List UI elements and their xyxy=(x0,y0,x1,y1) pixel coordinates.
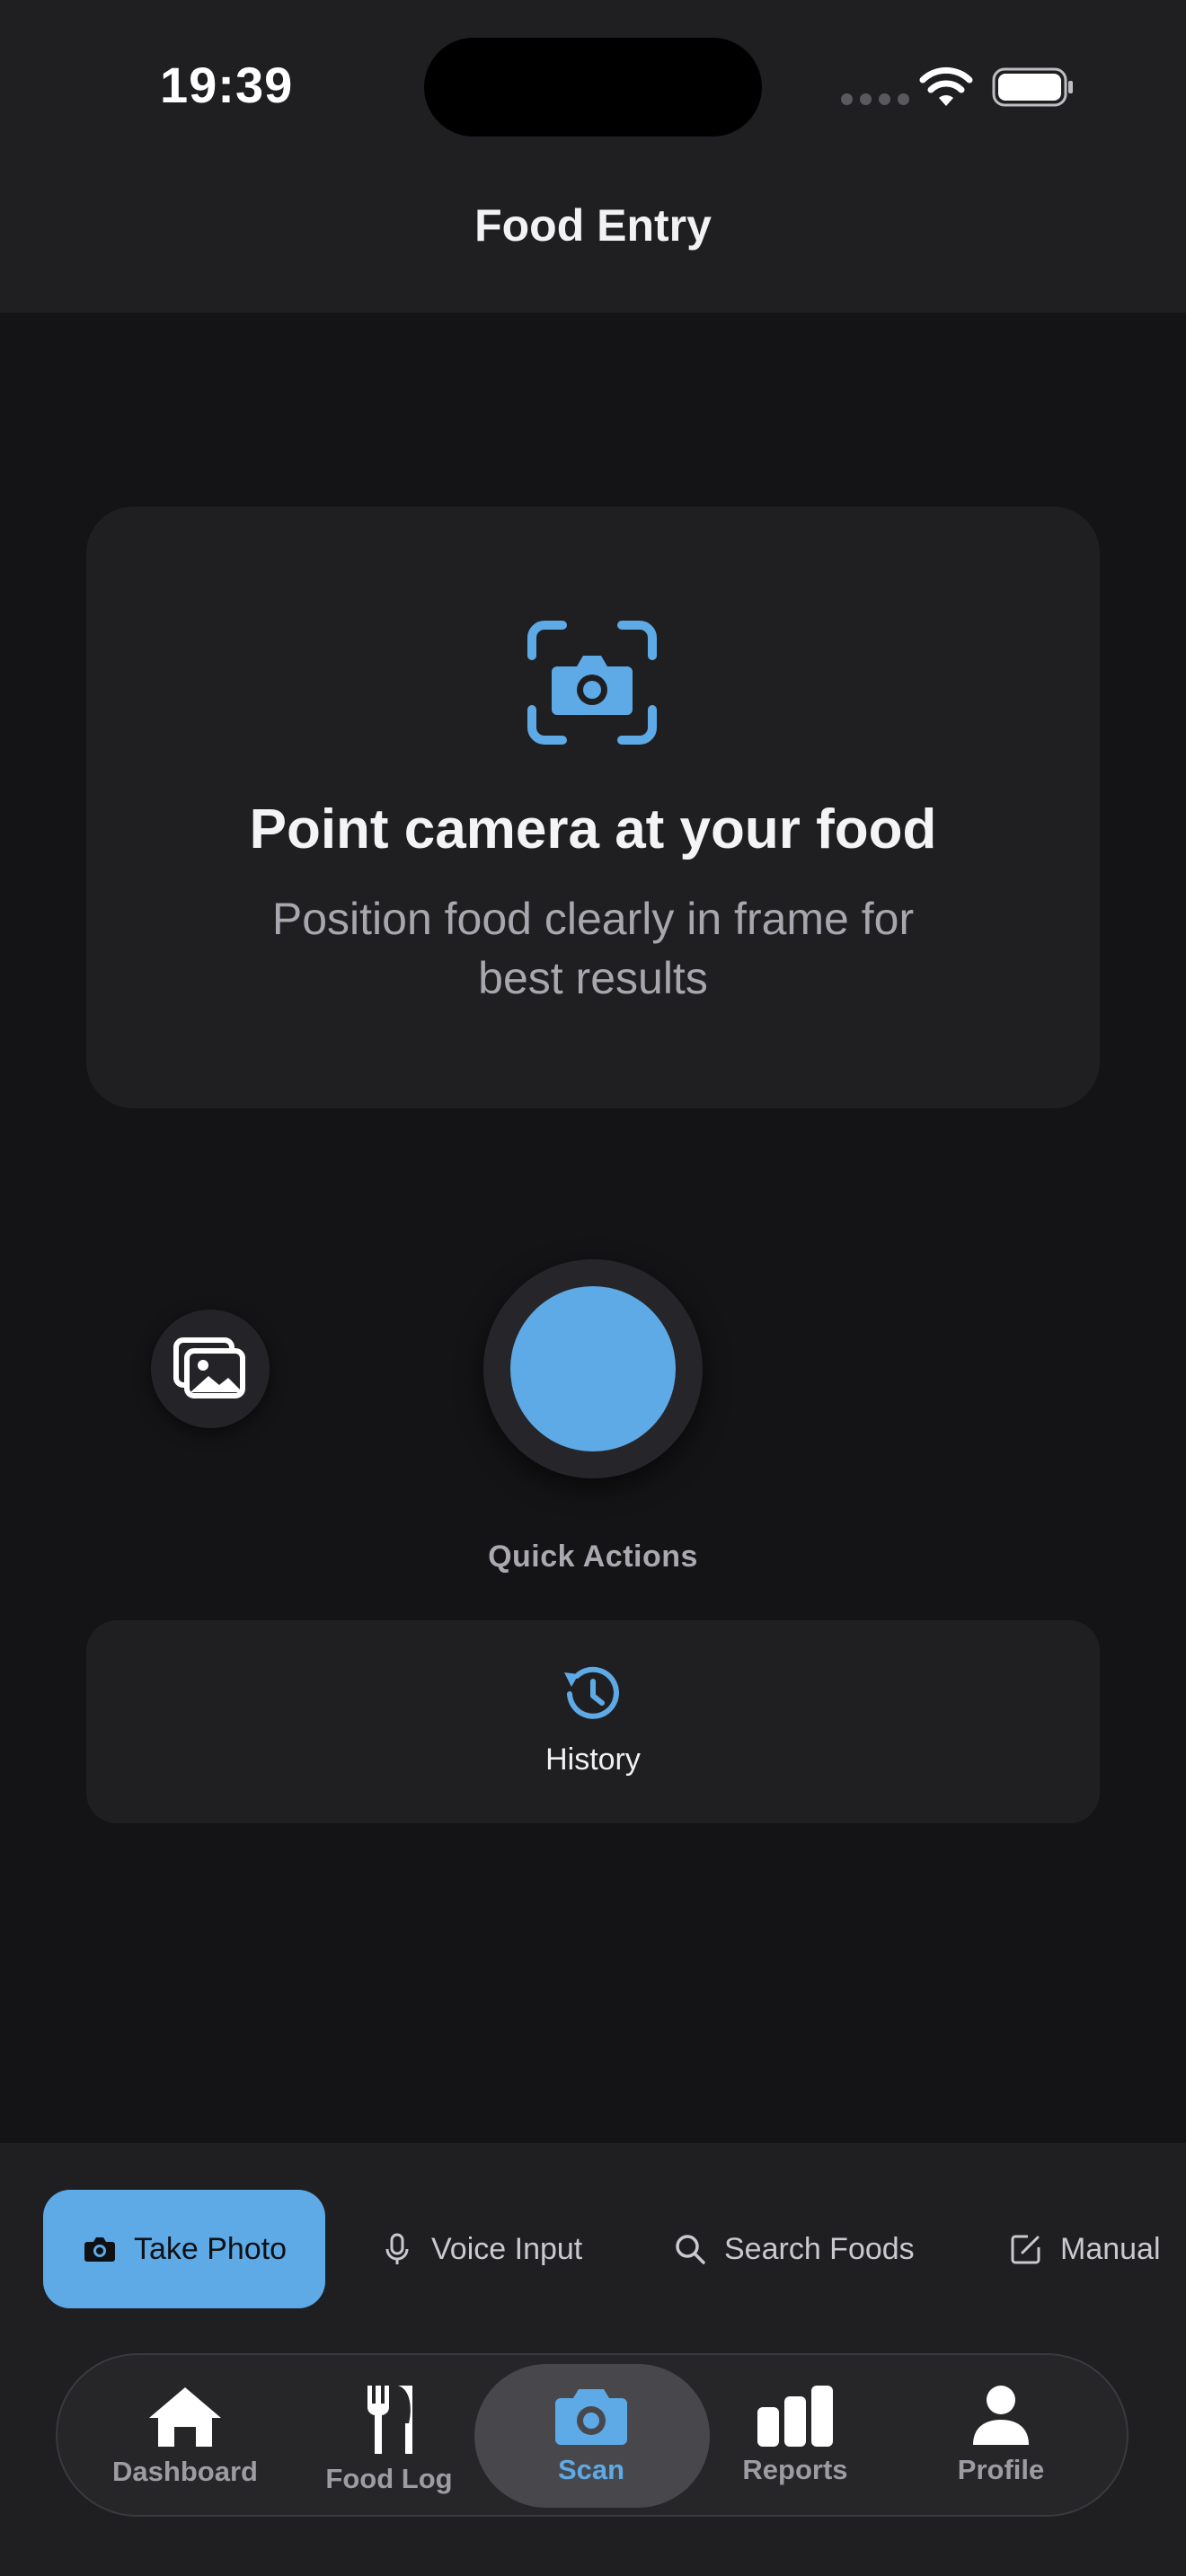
tab-food-log-label: Food Log xyxy=(325,2463,453,2494)
tab-food-log[interactable]: Food Log xyxy=(314,2357,464,2515)
manual-entry-label: Manual xyxy=(1060,2231,1161,2266)
photo-gallery-button[interactable] xyxy=(151,1310,270,1428)
hint-title: Point camera at your food xyxy=(249,798,937,860)
house-icon xyxy=(149,2387,221,2447)
history-label: History xyxy=(545,1742,641,1777)
wifi-icon xyxy=(919,66,973,106)
search-foods-chip[interactable]: Search Foods xyxy=(667,2190,915,2308)
shutter-button[interactable] xyxy=(510,1286,676,1451)
tab-scan-label: Scan xyxy=(557,2454,625,2485)
page-title: Food Entry xyxy=(474,200,712,251)
dynamic-island xyxy=(424,38,762,137)
edit-icon xyxy=(1011,2235,1040,2264)
battery-icon xyxy=(992,67,1073,107)
camera-viewfinder-icon xyxy=(527,621,657,745)
hint-subtitle: Position food clearly in frame for best … xyxy=(271,894,915,1003)
fork-knife-icon xyxy=(367,2386,412,2454)
tab-profile[interactable]: Profile xyxy=(929,2357,1073,2515)
person-icon xyxy=(973,2386,1029,2445)
cellular-signal-icon xyxy=(841,93,909,105)
camera-icon xyxy=(555,2389,627,2445)
voice-input-label: Voice Input xyxy=(431,2231,583,2266)
tab-reports[interactable]: Reports xyxy=(719,2357,872,2515)
input-mode-bar: Take Photo Voice Input Search Foods Manu… xyxy=(0,2190,1186,2310)
take-photo-chip[interactable]: Take Photo xyxy=(43,2190,325,2308)
bar-chart-icon xyxy=(757,2386,833,2447)
tab-scan[interactable]: Scan xyxy=(503,2357,679,2515)
tab-dashboard[interactable]: Dashboard xyxy=(106,2357,264,2515)
manual-entry-chip[interactable]: Manual xyxy=(1003,2190,1161,2308)
take-photo-label: Take Photo xyxy=(133,2231,288,2266)
voice-input-chip[interactable]: Voice Input xyxy=(359,2190,582,2308)
tab-dashboard-label: Dashboard xyxy=(112,2456,258,2487)
quick-actions-label: Quick Actions xyxy=(488,1539,698,1574)
history-icon xyxy=(564,1666,619,1719)
tab-reports-label: Reports xyxy=(742,2454,848,2485)
camera-icon xyxy=(84,2237,115,2262)
search-foods-label: Search Foods xyxy=(724,2231,915,2266)
search-icon xyxy=(676,2235,705,2264)
photo-gallery-icon xyxy=(173,1337,245,1398)
tab-profile-label: Profile xyxy=(957,2454,1045,2485)
microphone-icon xyxy=(385,2233,409,2264)
status-time: 19:39 xyxy=(160,57,294,113)
